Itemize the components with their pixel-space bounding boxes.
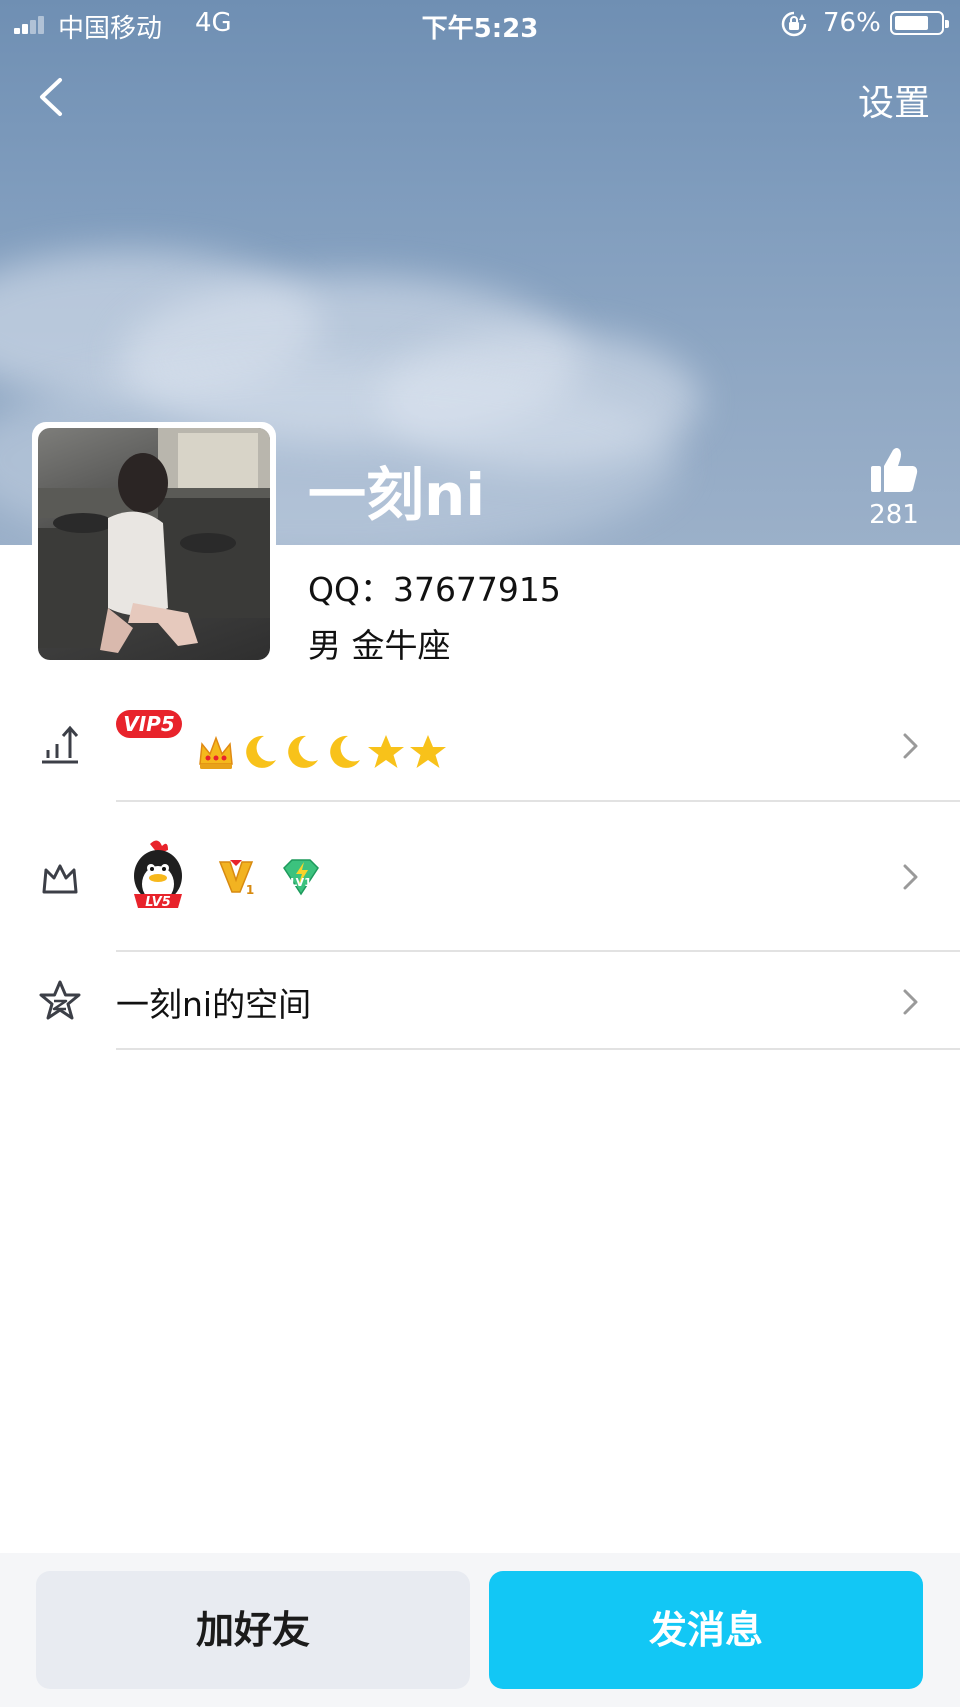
avatar-photo xyxy=(38,428,270,653)
v-badge-label: 1 xyxy=(246,883,254,897)
vip-badge: VIP5 xyxy=(116,710,182,738)
chevron-right-icon xyxy=(903,864,918,890)
moon-icon xyxy=(288,735,318,768)
like-count: 281 xyxy=(869,500,919,530)
crown-outline-icon xyxy=(42,864,78,894)
qq-number[interactable]: QQ：37677915 xyxy=(308,563,561,611)
moon-icon xyxy=(246,735,276,768)
star-outline-icon xyxy=(39,980,81,1020)
thumbs-up-icon xyxy=(871,448,918,492)
crown-icon xyxy=(199,735,233,769)
bottom-action-bar: 加好友 发消息 xyxy=(0,1553,960,1707)
send-message-button[interactable]: 发消息 xyxy=(489,1571,923,1689)
star-icon xyxy=(410,735,446,768)
like-button[interactable]: 281 xyxy=(864,446,924,530)
yellow-v-badge: 1 xyxy=(218,860,254,897)
qzone-label: 一刻ni的空间 xyxy=(116,985,312,1024)
qq-penguin-lv5-badge: LV5 xyxy=(134,840,182,910)
status-bar: 中国移动 4G 下午5:23 76% xyxy=(0,0,960,48)
settings-button[interactable]: 设置 xyxy=(858,74,930,126)
battery-percentage: 76% xyxy=(823,8,881,38)
penguin-badge-label: LV5 xyxy=(145,895,171,910)
badges-row[interactable]: LV5 1 LV1 xyxy=(0,802,960,952)
status-time: 下午5:23 xyxy=(421,14,539,44)
chevron-left-icon xyxy=(40,78,62,116)
moon-icon xyxy=(330,735,360,768)
add-friend-button[interactable]: 加好友 xyxy=(36,1571,470,1689)
green-diamond-badge: LV1 xyxy=(283,859,319,896)
nickname: 一刻ni xyxy=(308,461,486,529)
chevron-right-icon xyxy=(903,989,918,1015)
level-chart-icon xyxy=(42,725,79,764)
avatar-image xyxy=(38,428,270,660)
battery-icon xyxy=(890,11,949,35)
chevron-right-icon xyxy=(903,733,918,759)
back-button[interactable] xyxy=(30,72,80,122)
level-row[interactable] xyxy=(0,690,960,802)
gender-zodiac: 男 金牛座 xyxy=(308,626,451,665)
diamond-badge-label: LV1 xyxy=(290,876,312,889)
avatar[interactable] xyxy=(32,422,276,666)
star-icon xyxy=(368,735,404,768)
rotation-lock-icon xyxy=(781,11,807,37)
divider xyxy=(116,1048,960,1050)
